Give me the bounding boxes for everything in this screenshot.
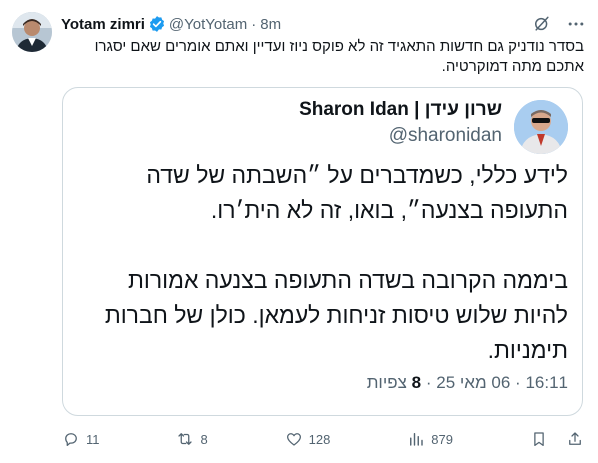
verified-icon bbox=[148, 15, 166, 33]
like-icon bbox=[286, 433, 301, 446]
tweet-secondary-actions bbox=[530, 430, 584, 448]
views-count: 879 bbox=[431, 431, 453, 447]
quoted-author-handle[interactable]: @sharonidan bbox=[389, 125, 502, 147]
repost-count: 8 bbox=[200, 431, 208, 447]
quoted-views-label: צפיות bbox=[366, 373, 407, 392]
quoted-line: התעופה בצנעה״, בואו, זה לא הית׳רו. bbox=[210, 197, 568, 223]
quoted-tweet-text: לידע כללי, כשמדברים על ״השבתה של שדה התע… bbox=[73, 158, 568, 368]
tweet-text: בסדר נודניק גם חדשות התאגיד זה לא פוקס נ… bbox=[94, 38, 584, 75]
more-icon[interactable] bbox=[566, 14, 586, 34]
author-handle[interactable]: @YotYotam bbox=[169, 16, 247, 33]
like-count: 128 bbox=[308, 431, 331, 447]
bookmark-icon bbox=[534, 432, 544, 447]
quoted-author-name[interactable]: Sharon Idan | שרון עידן bbox=[299, 99, 502, 121]
share-icon bbox=[569, 432, 581, 445]
tweet-top-actions bbox=[532, 14, 586, 34]
views-icon bbox=[410, 433, 424, 446]
bookmark-button[interactable] bbox=[530, 430, 548, 448]
author-name[interactable]: Yotam zimri bbox=[61, 16, 145, 33]
quoted-time[interactable]: 16:11 bbox=[525, 373, 568, 392]
author-avatar[interactable] bbox=[12, 12, 52, 52]
quoted-tweet-meta: 16:11 · 06 מאי 25 · 8 צפיות bbox=[367, 373, 568, 393]
tweet-actions: 11 8 128 879 bbox=[62, 430, 584, 448]
grok-icon[interactable] bbox=[532, 14, 552, 34]
quoted-views-count: 8 bbox=[411, 373, 422, 392]
separator-dot: · bbox=[515, 373, 521, 392]
reply-count: 11 bbox=[86, 431, 100, 447]
reply-button[interactable]: 11 bbox=[62, 430, 100, 448]
separator-dot: · bbox=[425, 373, 432, 392]
like-button[interactable]: 128 bbox=[285, 430, 331, 448]
quoted-line: ביממה הקרובה בשדה התעופה בצנעה אמורות bbox=[128, 267, 568, 293]
quoted-author-avatar[interactable] bbox=[514, 100, 568, 154]
repost-button[interactable]: 8 bbox=[176, 430, 208, 448]
reply-icon bbox=[65, 433, 77, 447]
separator-dot: · bbox=[251, 15, 257, 33]
share-button[interactable] bbox=[566, 430, 584, 448]
tweet-header: Yotam zimri @YotYotam · 8m bbox=[61, 13, 281, 35]
quoted-tweet[interactable]: Sharon Idan | שרון עידן @sharonidan לידע… bbox=[62, 87, 583, 416]
quoted-date[interactable]: 06 מאי 25 bbox=[436, 373, 510, 392]
views-button[interactable]: 879 bbox=[407, 430, 453, 448]
quoted-line: להיות שלוש טיסות זניחות לעמאן. כולן של ח… bbox=[104, 302, 568, 328]
quoted-line: תימניות. bbox=[487, 337, 568, 363]
tweet-time[interactable]: 8m bbox=[260, 16, 281, 33]
repost-icon bbox=[178, 433, 193, 445]
quoted-line: לידע כללי, כשמדברים על ״השבתה של שדה bbox=[146, 162, 568, 188]
